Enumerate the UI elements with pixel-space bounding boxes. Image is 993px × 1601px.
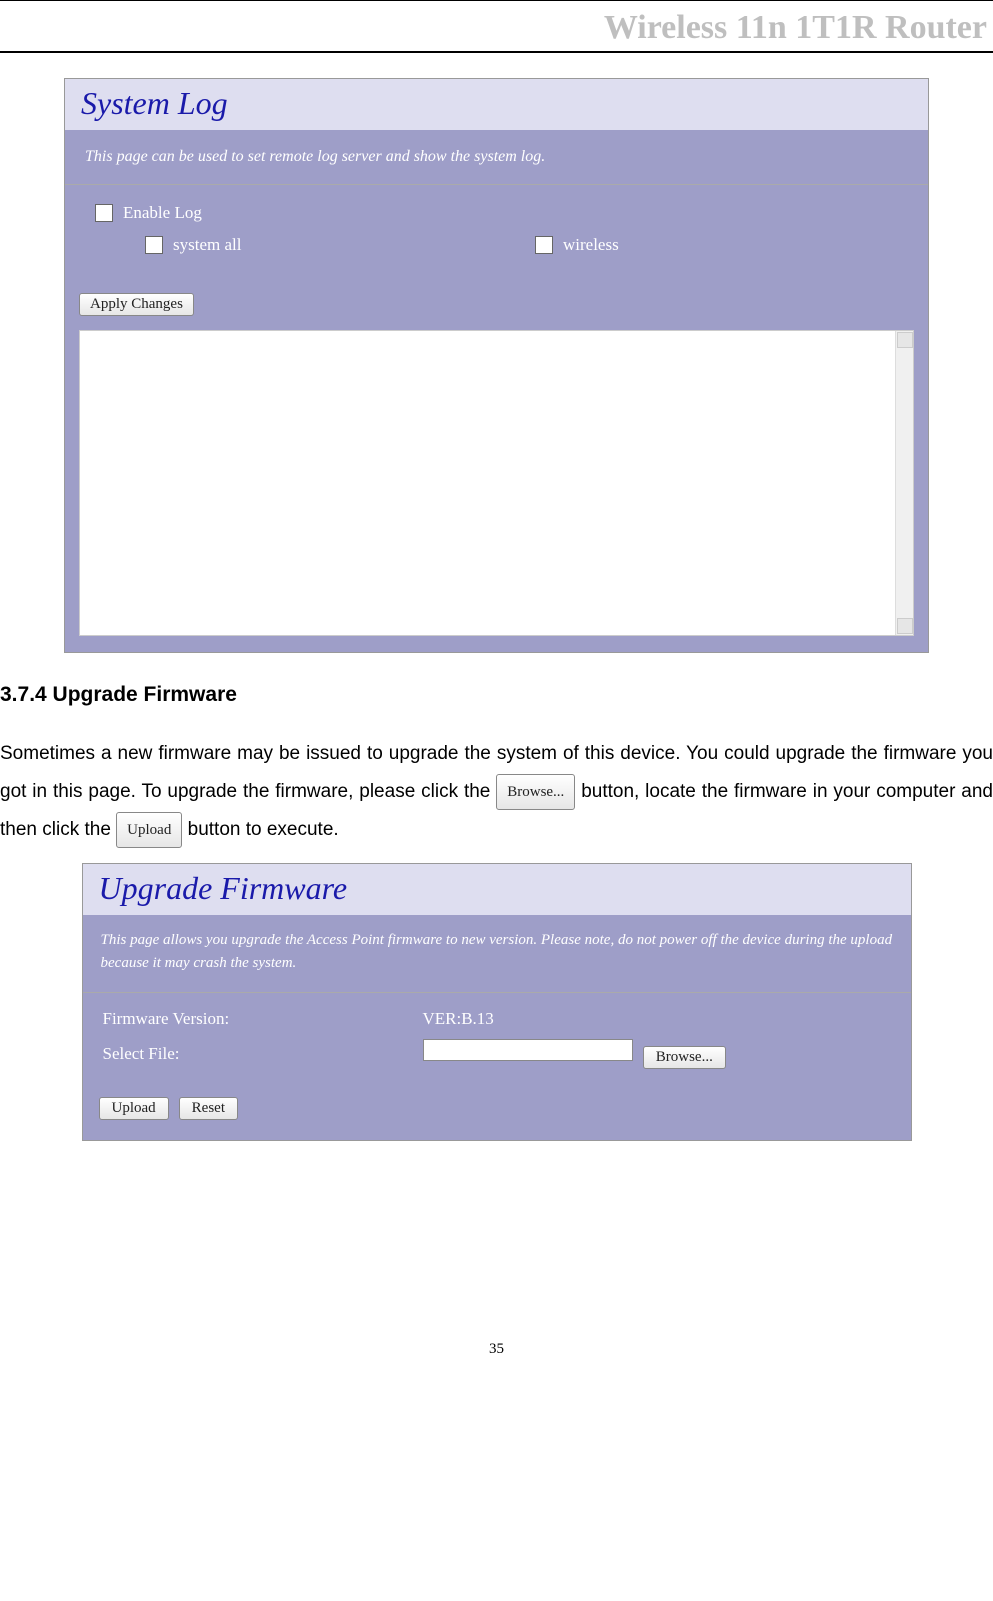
page-number: 35 xyxy=(0,1341,993,1368)
wireless-label: wireless xyxy=(563,235,619,255)
system-log-header: System Log xyxy=(65,79,928,130)
para-part-3: button to execute. xyxy=(188,819,339,840)
upgrade-firmware-fields: Firmware Version: VER:B.13 Select File: … xyxy=(83,993,911,1087)
system-log-screenshot: System Log This page can be used to set … xyxy=(64,78,929,653)
browse-button-inline: Browse... xyxy=(496,774,575,810)
section-paragraph: Sometimes a new firmware may be issued t… xyxy=(0,735,993,849)
system-all-checkbox[interactable] xyxy=(145,236,163,254)
system-log-subtitle: This page can be used to set remote log … xyxy=(65,130,928,185)
select-file-label: Select File: xyxy=(103,1044,423,1064)
scrollbar[interactable] xyxy=(895,331,913,635)
doc-title: Wireless 11n 1T1R Router xyxy=(604,9,987,46)
firmware-version-row: Firmware Version: VER:B.13 xyxy=(103,1009,891,1029)
select-file-value: Browse... xyxy=(423,1039,891,1069)
select-file-row: Select File: Browse... xyxy=(103,1039,891,1069)
firmware-version-value: VER:B.13 xyxy=(423,1009,891,1029)
upload-button-inline: Upload xyxy=(116,812,182,848)
firmware-version-label: Firmware Version: xyxy=(103,1009,423,1029)
system-log-options: Enable Log system all wireless xyxy=(65,185,928,293)
file-path-input[interactable] xyxy=(423,1039,633,1061)
system-log-title: System Log xyxy=(81,85,228,121)
upgrade-firmware-screenshot: Upgrade Firmware This page allows you up… xyxy=(82,863,912,1141)
enable-log-label: Enable Log xyxy=(123,203,202,223)
reset-button[interactable]: Reset xyxy=(179,1097,238,1120)
wireless-checkbox[interactable] xyxy=(535,236,553,254)
upgrade-firmware-subtitle: This page allows you upgrade the Access … xyxy=(83,915,911,993)
enable-log-row: Enable Log xyxy=(95,203,898,223)
scroll-down-icon[interactable] xyxy=(897,618,913,634)
scroll-up-icon[interactable] xyxy=(897,332,913,348)
wireless-option: wireless xyxy=(535,235,619,255)
system-all-option: system all xyxy=(145,235,535,255)
section-heading: 3.7.4 Upgrade Firmware xyxy=(0,683,993,707)
log-output-box[interactable] xyxy=(79,330,914,636)
upload-button[interactable]: Upload xyxy=(99,1097,169,1120)
upgrade-button-row: Upload Reset xyxy=(83,1087,911,1140)
upgrade-firmware-title: Upgrade Firmware xyxy=(99,870,348,906)
page-header: Wireless 11n 1T1R Router xyxy=(0,0,993,53)
browse-button[interactable]: Browse... xyxy=(643,1046,726,1069)
log-sub-options: system all wireless xyxy=(95,235,898,255)
upgrade-firmware-header: Upgrade Firmware xyxy=(83,864,911,915)
enable-log-checkbox[interactable] xyxy=(95,204,113,222)
apply-changes-button[interactable]: Apply Changes xyxy=(79,293,194,316)
system-all-label: system all xyxy=(173,235,241,255)
